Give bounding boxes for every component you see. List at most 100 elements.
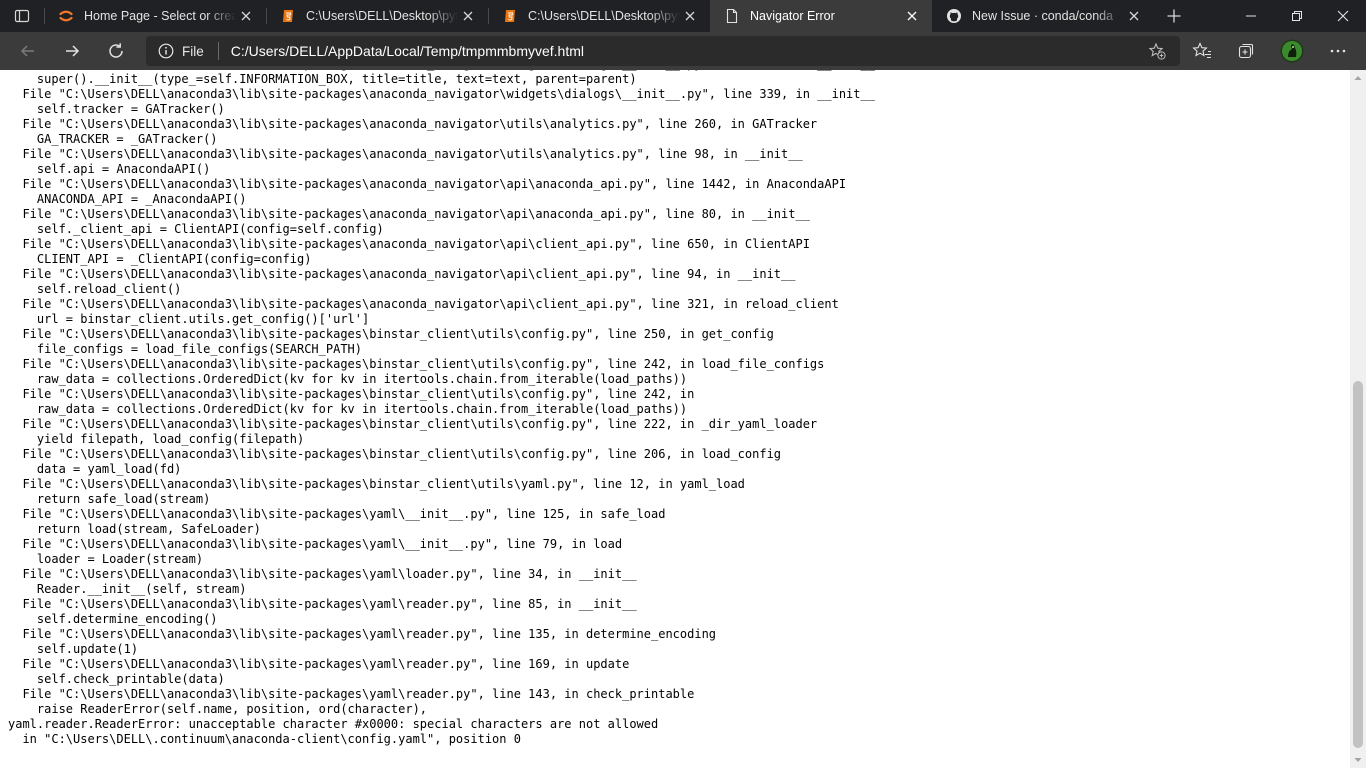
- close-icon[interactable]: [1124, 6, 1144, 26]
- traceback-line: self.determine_encoding(): [8, 612, 218, 626]
- info-icon: [158, 43, 174, 59]
- traceback-line: File "C:\Users\DELL\anaconda3\lib\site-p…: [8, 357, 825, 371]
- traceback-line: self._client_api = ClientAPI(config=self…: [8, 222, 384, 236]
- traceback-line: in "C:\Users\DELL\.continuum\anaconda-cl…: [8, 732, 521, 746]
- traceback-line: file_configs = load_file_configs(SEARCH_…: [8, 342, 363, 356]
- browser-toolbar: File C:/Users/DELL/AppData/Local/Temp/tm…: [0, 32, 1366, 70]
- close-icon[interactable]: [902, 6, 922, 26]
- traceback-line: File "C:\Users\DELL\anaconda3\lib\site-p…: [8, 267, 796, 281]
- vertical-scrollbar[interactable]: [1350, 70, 1366, 768]
- traceback-line: File "C:\Users\DELL\anaconda3\lib\site-p…: [8, 687, 695, 701]
- traceback-line: self.update(1): [8, 642, 139, 656]
- site-info-label: File: [182, 43, 204, 59]
- plus-icon: [1167, 9, 1181, 23]
- page-icon: [724, 8, 740, 24]
- traceback-line: data = yaml_load(fd): [8, 462, 182, 476]
- address-bar[interactable]: File C:/Users/DELL/AppData/Local/Temp/tm…: [146, 36, 1180, 66]
- site-info-button[interactable]: File: [146, 36, 204, 66]
- minimize-button[interactable]: [1228, 0, 1274, 32]
- back-button[interactable]: [6, 32, 50, 70]
- traceback-line: File "C:\Users\DELL\anaconda3\lib\site-p…: [8, 597, 637, 611]
- forward-arrow-icon: [66, 45, 80, 57]
- minimize-icon: [1246, 15, 1256, 17]
- back-arrow-icon: [20, 45, 34, 57]
- tab-python-file-1[interactable]: C:\Users\DELL\Desktop\python: [266, 0, 488, 32]
- tab-title: C:\Users\DELL\Desktop\python: [528, 9, 680, 23]
- tab-title: New Issue · conda/conda: [972, 9, 1114, 23]
- traceback-line: File "C:\Users\DELL\anaconda3\lib\site-p…: [8, 147, 803, 161]
- traceback-line: File "C:\Users\DELL\anaconda3\lib\site-p…: [8, 297, 839, 311]
- github-icon: [946, 8, 962, 24]
- tab-github-issue[interactable]: New Issue · conda/conda: [932, 0, 1154, 32]
- collections-icon: [1238, 43, 1254, 59]
- close-icon: [1337, 10, 1349, 22]
- traceback-line: ANACONDA_API = _AnacondaAPI(): [8, 192, 247, 206]
- page-content: File "C:\Users\DELL\anaconda3\lib\site-p…: [0, 70, 1350, 768]
- traceback-line: File "C:\Users\DELL\anaconda3\lib\site-p…: [8, 387, 695, 401]
- traceback-line: File "C:\Users\DELL\anaconda3\lib\site-p…: [8, 657, 630, 671]
- close-window-button[interactable]: [1320, 0, 1366, 32]
- traceback-line: self.check_printable(data): [8, 672, 225, 686]
- restore-icon: [1292, 11, 1302, 21]
- settings-more-button[interactable]: [1316, 32, 1360, 70]
- traceback-line: yaml.reader.ReaderError: unacceptable ch…: [8, 717, 659, 731]
- traceback-line: raw_data = collections.OrderedDict(kv fo…: [8, 402, 688, 416]
- traceback-line: self.tracker = GATracker(): [8, 102, 225, 116]
- close-icon[interactable]: [236, 6, 256, 26]
- favorites-icon: [1192, 42, 1211, 59]
- close-icon[interactable]: [458, 6, 478, 26]
- traceback-line: CLIENT_API = _ClientAPI(config=config): [8, 252, 312, 266]
- traceback-line: url = binstar_client.utils.get_config()[…: [8, 312, 370, 326]
- close-icon[interactable]: [680, 6, 700, 26]
- collections-button[interactable]: [1224, 32, 1268, 70]
- avatar: [1280, 39, 1304, 63]
- refresh-icon: [109, 43, 123, 58]
- traceback-line: File "C:\Users\DELL\anaconda3\lib\site-p…: [8, 87, 875, 101]
- tab-title: Home Page - Select or create a notebook: [84, 9, 236, 23]
- add-favorite-icon[interactable]: [1148, 42, 1166, 60]
- traceback-line: File "C:\Users\DELL\anaconda3\lib\site-p…: [8, 447, 782, 461]
- scroll-up-arrow-icon[interactable]: [1350, 70, 1366, 86]
- address-divider: [217, 42, 219, 60]
- traceback-line: File "C:\Users\DELL\anaconda3\lib\site-p…: [8, 327, 774, 341]
- traceback-line: raw_data = collections.OrderedDict(kv fo…: [8, 372, 688, 386]
- tab-actions-icon: [14, 9, 30, 23]
- tab-actions-button[interactable]: [0, 0, 44, 32]
- html-file-icon: [280, 8, 296, 24]
- url-text[interactable]: C:/Users/DELL/AppData/Local/Temp/tmpmmbm…: [231, 43, 584, 59]
- traceback-line: yield filepath, load_config(filepath): [8, 432, 305, 446]
- traceback-line: File "C:\Users\DELL\anaconda3\lib\site-p…: [8, 567, 637, 581]
- traceback-line: loader = Loader(stream): [8, 552, 204, 566]
- html-file-icon: [502, 8, 518, 24]
- traceback-line: File "C:\Users\DELL\anaconda3\lib\site-p…: [8, 507, 666, 521]
- traceback-line: raise ReaderError(self.name, position, o…: [8, 702, 428, 716]
- traceback-line: GA_TRACKER = _GATracker(): [8, 132, 218, 146]
- tab-navigator-error[interactable]: Navigator Error: [710, 0, 932, 32]
- new-tab-button[interactable]: [1154, 0, 1194, 32]
- traceback-line: File "C:\Users\DELL\anaconda3\lib\site-p…: [8, 417, 818, 431]
- traceback-line: return load(stream, SafeLoader): [8, 522, 261, 536]
- traceback-line: File "C:\Users\DELL\anaconda3\lib\site-p…: [8, 207, 810, 221]
- traceback-line: File "C:\Users\DELL\anaconda3\lib\site-p…: [8, 537, 623, 551]
- tab-jupyter-home[interactable]: Home Page - Select or create a notebook: [44, 0, 266, 32]
- scrollbar-thumb[interactable]: [1353, 381, 1363, 748]
- refresh-button[interactable]: [94, 32, 138, 70]
- tab-python-file-2[interactable]: C:\Users\DELL\Desktop\python: [488, 0, 710, 32]
- traceback-line: Reader.__init__(self, stream): [8, 582, 247, 596]
- jupyter-icon: [58, 8, 74, 24]
- scroll-down-arrow-icon[interactable]: [1350, 752, 1366, 768]
- tab-title: C:\Users\DELL\Desktop\python: [306, 9, 458, 23]
- tab-strip: Home Page - Select or create a notebook …: [0, 0, 1366, 32]
- restore-button[interactable]: [1274, 0, 1320, 32]
- forward-button[interactable]: [50, 32, 94, 70]
- favorites-button[interactable]: [1180, 32, 1224, 70]
- traceback-line: File "C:\Users\DELL\anaconda3\lib\site-p…: [8, 237, 810, 251]
- traceback-line: File "C:\Users\DELL\anaconda3\lib\site-p…: [8, 117, 818, 131]
- traceback-line: File "C:\Users\DELL\anaconda3\lib\site-p…: [8, 627, 717, 641]
- traceback-line: File "C:\Users\DELL\anaconda3\lib\site-p…: [8, 477, 745, 491]
- traceback-text: File "C:\Users\DELL\anaconda3\lib\site-p…: [8, 70, 875, 747]
- more-icon: [1330, 49, 1346, 53]
- traceback-line: self.reload_client(): [8, 282, 182, 296]
- traceback-line: super().__init__(type_=self.INFORMATION_…: [8, 72, 637, 86]
- profile-button[interactable]: [1270, 32, 1314, 70]
